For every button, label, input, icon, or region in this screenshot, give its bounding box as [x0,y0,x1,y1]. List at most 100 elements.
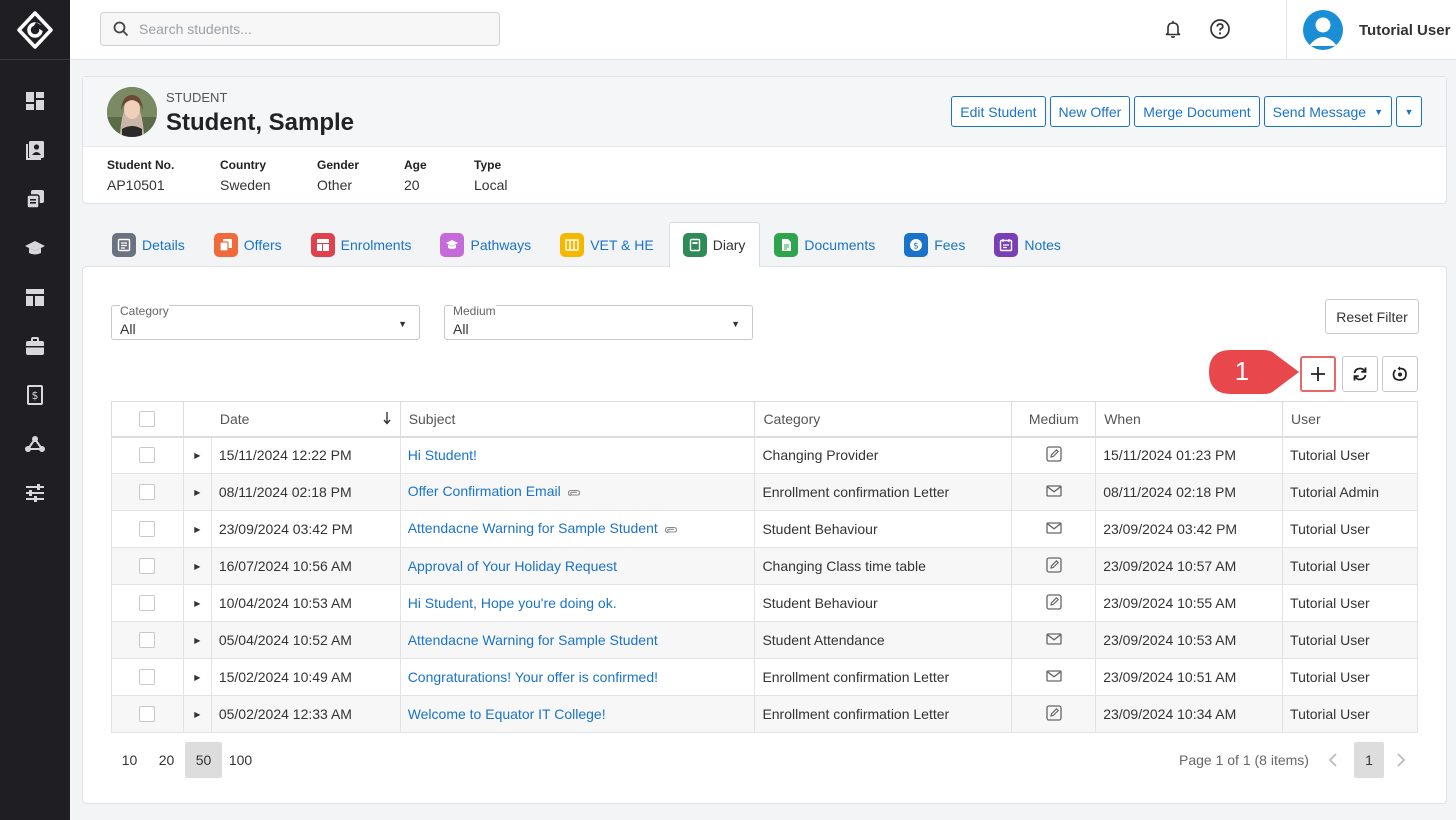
category-cell: Student Behaviour [754,584,1013,622]
table-row[interactable]: ▶ 10/04/2024 10:53 AM Hi Student, Hope you… [111,584,1418,622]
page-size-selector: 10 20 50 100 [111,742,259,778]
medium-column-header[interactable]: Medium [1011,401,1097,438]
search-box[interactable] [100,12,500,46]
next-page-button[interactable] [1386,742,1416,778]
reset-filter-button[interactable]: Reset Filter [1325,299,1419,334]
row-checkbox[interactable] [139,558,156,574]
tab-documents[interactable]: Documents [760,222,890,267]
expand-row-toggle[interactable]: ▶ [182,510,212,548]
category-filter[interactable]: Category All ▼ [111,305,420,340]
page-size-50[interactable]: 50 [185,742,222,778]
expand-row-toggle[interactable]: ▶ [182,547,212,585]
select-all-header[interactable] [111,401,184,438]
more-actions-button[interactable]: ▼ [1396,96,1422,127]
row-select-cell[interactable] [111,658,184,696]
row-checkbox[interactable] [139,706,156,722]
user-column-header[interactable]: User [1282,401,1418,438]
medium-cell [1011,510,1097,548]
row-select-cell[interactable] [111,436,184,474]
subject-link[interactable]: Welcome to Equator IT College! [408,706,606,722]
nav-agents[interactable] [0,321,70,370]
tab-diary[interactable]: Diary [668,222,761,267]
page-size-100[interactable]: 100 [222,742,259,778]
refresh-button[interactable] [1342,356,1378,392]
row-checkbox[interactable] [139,669,156,685]
edit-student-button[interactable]: Edit Student [951,96,1046,127]
subject-link[interactable]: Approval of Your Holiday Request [408,558,617,574]
row-checkbox[interactable] [139,595,156,611]
nav-organisation[interactable] [0,419,70,468]
prev-page-button[interactable] [1318,742,1348,778]
row-checkbox[interactable] [139,521,156,537]
table-row[interactable]: ▶ 15/02/2024 10:49 AM Congraturations! You… [111,658,1418,696]
nav-education[interactable] [0,223,70,272]
add-diary-button[interactable] [1300,356,1336,392]
table-row[interactable]: ▶ 05/04/2024 10:52 AM Attendacne Warning f… [111,621,1418,659]
row-select-cell[interactable] [111,584,184,622]
expand-row-toggle[interactable]: ▶ [182,658,212,696]
nav-students[interactable] [0,125,70,174]
tab-vet-he[interactable]: VET & HE [546,222,669,267]
merge-document-button[interactable]: Merge Document [1134,96,1260,127]
avatar [1303,10,1343,50]
notifications-button[interactable] [1160,16,1186,42]
subject-link[interactable]: Attendacne Warning for Sample Student [408,520,658,536]
nav-finance[interactable]: $ [0,370,70,419]
when-cell: 15/11/2024 01:23 PM [1095,436,1284,474]
app-logo[interactable] [0,0,70,60]
nav-courses[interactable] [0,174,70,223]
date-column-header[interactable]: Date [182,401,401,438]
nav-dashboard[interactable] [0,76,70,125]
row-select-cell[interactable] [111,695,184,733]
tab-pathways[interactable]: Pathways [426,222,546,267]
email-icon [1045,521,1063,540]
subject-link[interactable]: Hi Student! [408,447,477,463]
expand-row-toggle[interactable]: ▶ [182,473,212,511]
help-button[interactable] [1207,16,1233,42]
page-number-current[interactable]: 1 [1354,742,1384,778]
subject-link[interactable]: Hi Student, Hope you're doing ok. [408,595,617,611]
expand-row-toggle[interactable]: ▶ [182,584,212,622]
when-column-header[interactable]: When [1095,401,1284,438]
subject-link[interactable]: Congraturations! Your offer is confirmed… [408,669,658,685]
search-input[interactable] [139,21,479,37]
tab-label: Documents [804,237,876,253]
row-checkbox[interactable] [139,632,156,648]
nav-layout[interactable] [0,272,70,321]
category-cell: Changing Provider [754,436,1013,474]
caret-right-icon: ▶ [194,487,201,497]
tab-offers[interactable]: Offers [200,222,297,267]
row-checkbox[interactable] [139,447,156,464]
tab-notes[interactable]: Notes [980,222,1076,267]
row-checkbox[interactable] [139,484,156,500]
row-select-cell[interactable] [111,621,184,659]
medium-filter[interactable]: Medium All ▼ [444,305,753,340]
table-row[interactable]: ▶ 15/11/2024 12:22 PM Hi Student! Changing … [111,436,1418,474]
expand-row-toggle[interactable]: ▶ [182,436,212,474]
expand-row-toggle[interactable]: ▶ [182,621,212,659]
tab-enrolments[interactable]: Enrolments [297,222,427,267]
select-all-checkbox[interactable] [139,410,156,427]
row-select-cell[interactable] [111,510,184,548]
page-size-20[interactable]: 20 [148,742,185,778]
table-row[interactable]: ▶ 23/09/2024 03:42 PM Attendacne Warning f… [111,510,1418,548]
table-row[interactable]: ▶ 05/02/2024 12:33 AM Welcome to Equator I… [111,695,1418,733]
user-menu[interactable]: Tutorial User [1286,0,1456,60]
nav-settings[interactable] [0,468,70,517]
send-message-button[interactable]: Send Message ▼ [1263,96,1392,127]
tab-fees[interactable]: $ Fees [890,222,980,267]
table-row[interactable]: ▶ 16/07/2024 10:56 AM Approval of Your Hol… [111,547,1418,585]
expand-row-toggle[interactable]: ▶ [182,695,212,733]
subject-link[interactable]: Attendacne Warning for Sample Student [408,632,658,648]
page-size-10[interactable]: 10 [111,742,148,778]
row-select-cell[interactable] [111,473,184,511]
subject-link[interactable]: Offer Confirmation Email [408,483,561,499]
reset-layout-button[interactable] [1382,356,1418,392]
table-row[interactable]: ▶ 08/11/2024 02:18 PM Offer Confirmation E… [111,473,1418,511]
tab-details[interactable]: Details [98,222,200,267]
new-offer-button[interactable]: New Offer [1049,96,1131,127]
medium-cell [1011,547,1097,585]
subject-column-header[interactable]: Subject [399,401,756,438]
row-select-cell[interactable] [111,547,184,585]
category-column-header[interactable]: Category [754,401,1013,438]
